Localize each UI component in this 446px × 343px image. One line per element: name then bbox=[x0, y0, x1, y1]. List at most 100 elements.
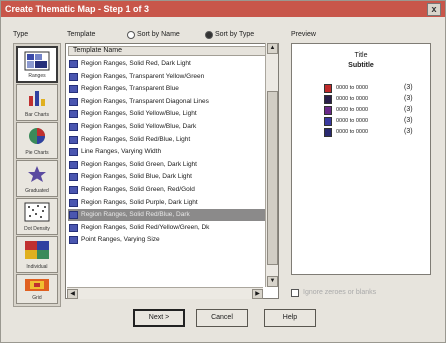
template-row[interactable]: Region Ranges, Solid Red/Blue, Dark bbox=[68, 209, 266, 222]
sort-by-type-label: Sort by Type bbox=[215, 31, 255, 38]
ignore-zero-checkbox[interactable] bbox=[291, 289, 299, 297]
legend-count: (3) bbox=[404, 84, 413, 91]
template-row-label: Region Ranges, Solid Green, Dark Light bbox=[81, 160, 197, 168]
scroll-right-icon[interactable]: ▶ bbox=[252, 289, 263, 299]
legend-count: (3) bbox=[404, 95, 413, 102]
template-row[interactable]: Point Ranges, Varying Size bbox=[68, 234, 266, 246]
template-row-label: Region Ranges, Solid Red, Dark Light bbox=[81, 60, 191, 67]
type-pie-chart-button[interactable]: Pie Charts bbox=[16, 122, 58, 159]
ranges-icon bbox=[69, 110, 78, 119]
type-grid-caption: Grid bbox=[32, 295, 42, 301]
template-row[interactable]: Region Ranges, Solid Yellow/Blue, Light bbox=[68, 108, 266, 120]
ranges-icon bbox=[69, 198, 78, 207]
ranges-icon bbox=[69, 173, 78, 182]
type-individual-caption: Individual bbox=[26, 264, 48, 270]
template-row[interactable]: Region Ranges, Solid Blue, Dark Light bbox=[68, 171, 266, 183]
ranges-icon bbox=[69, 160, 78, 169]
preview-label: Preview bbox=[291, 31, 316, 38]
template-row-label: Region Ranges, Solid Red/Blue, Light bbox=[81, 135, 191, 143]
pie-chart-icon bbox=[29, 128, 45, 144]
ranges-icon bbox=[24, 51, 50, 71]
ranges-icon bbox=[69, 148, 78, 157]
close-icon[interactable]: x bbox=[427, 3, 441, 16]
graduated-icon bbox=[28, 166, 46, 182]
preview-panel: Title Subtitle 0000 to 0000 (3) 0000 to 00… bbox=[291, 43, 431, 275]
type-bar-chart-caption: Bar Charts bbox=[25, 112, 49, 118]
ranges-icon bbox=[69, 135, 78, 144]
individual-icon bbox=[25, 241, 49, 259]
template-name-column-header[interactable]: Template Name bbox=[68, 46, 266, 56]
dot-density-icon bbox=[24, 202, 50, 222]
legend-label: 0000 to 0000 bbox=[336, 107, 369, 113]
template-row[interactable]: Region Ranges, Transparent Yellow/Green bbox=[68, 71, 266, 83]
sort-by-name-label: Sort by Name bbox=[137, 31, 180, 38]
template-row-label: Region Ranges, Transparent Blue bbox=[81, 85, 179, 93]
legend-swatch bbox=[324, 117, 332, 126]
type-graduated-button[interactable]: Graduated bbox=[16, 160, 58, 197]
type-bar-chart-button[interactable]: Bar Charts bbox=[16, 84, 58, 121]
scroll-left-icon[interactable]: ◀ bbox=[67, 289, 78, 299]
sort-by-name-radio[interactable] bbox=[127, 31, 135, 39]
template-row[interactable]: Region Ranges, Solid Yellow/Blue, Dark bbox=[68, 121, 266, 133]
ranges-icon bbox=[69, 223, 78, 232]
legend-label: 0000 to 0000 bbox=[336, 129, 369, 135]
type-ranges-button[interactable]: Ranges bbox=[16, 46, 58, 83]
template-row[interactable]: Region Ranges, Solid Purple, Dark Light bbox=[68, 197, 266, 209]
next-button[interactable]: Next > bbox=[133, 309, 185, 327]
type-dot-density-button[interactable]: Dot Density bbox=[16, 198, 58, 235]
template-label: Template bbox=[67, 31, 96, 38]
preview-title: Title bbox=[354, 52, 368, 59]
cancel-button[interactable]: Cancel bbox=[196, 309, 248, 327]
bar-chart-icon bbox=[29, 91, 45, 106]
title-bar: Create Thematic Map - Step 1 of 3 x bbox=[1, 1, 445, 17]
template-row[interactable]: Region Ranges, Solid Red/Yellow/Green, D… bbox=[68, 222, 266, 234]
template-row-label: Region Ranges, Solid Blue, Dark Light bbox=[81, 173, 192, 181]
grid-icon bbox=[25, 279, 49, 291]
type-selector: Ranges Bar Charts Pie Charts Graduated D… bbox=[13, 43, 61, 307]
type-pie-chart-caption: Pie Charts bbox=[25, 150, 49, 156]
ranges-icon bbox=[69, 123, 78, 131]
preview-subtitle: Subtitle bbox=[348, 62, 374, 69]
ranges-icon bbox=[69, 211, 78, 220]
legend-label: 0000 to 0000 bbox=[336, 96, 369, 102]
template-row-label: Region Ranges, Transparent Yellow/Green bbox=[81, 72, 205, 80]
type-grid-button[interactable]: Grid bbox=[16, 274, 58, 304]
type-individual-button[interactable]: Individual bbox=[16, 236, 58, 273]
template-row[interactable]: Region Ranges, Solid Red/Blue, Light bbox=[68, 134, 266, 146]
type-dot-density-caption: Dot Density bbox=[24, 226, 50, 232]
template-row[interactable]: Region Ranges, Solid Red, Dark Light bbox=[68, 58, 266, 70]
type-label: Type bbox=[13, 31, 29, 38]
ranges-icon bbox=[69, 186, 78, 194]
template-row-label: Region Ranges, Solid Green, Red/Gold bbox=[81, 186, 195, 193]
template-row-label: Region Ranges, Solid Red/Blue, Dark bbox=[81, 211, 190, 219]
template-list-vertical-scrollbar[interactable]: ▲ ▼ bbox=[265, 43, 278, 287]
ranges-icon bbox=[69, 60, 78, 68]
scroll-thumb[interactable] bbox=[267, 91, 278, 265]
legend-swatch bbox=[324, 128, 332, 137]
ranges-icon bbox=[69, 97, 78, 106]
template-row-label: Region Ranges, Solid Red/Yellow/Green, D… bbox=[81, 223, 210, 231]
template-list-horizontal-scrollbar[interactable]: ◀ ▶ bbox=[67, 287, 263, 299]
template-list[interactable]: Template Name Region Ranges, Solid Red, … bbox=[65, 43, 279, 299]
template-row-label: Region Ranges, Solid Yellow/Blue, Light bbox=[81, 110, 197, 118]
legend-count: (3) bbox=[404, 106, 413, 113]
template-row[interactable]: Region Ranges, Solid Green, Dark Light bbox=[68, 159, 266, 171]
template-row[interactable]: Region Ranges, Solid Green, Red/Gold bbox=[68, 184, 266, 196]
template-row-label: Region Ranges, Solid Purple, Dark Light bbox=[81, 198, 198, 206]
create-thematic-map-dialog: Create Thematic Map - Step 1 of 3 x Type… bbox=[0, 0, 446, 343]
scroll-up-icon[interactable]: ▲ bbox=[267, 43, 278, 54]
template-row[interactable]: Region Ranges, Transparent Blue bbox=[68, 83, 266, 95]
legend-count: (3) bbox=[404, 117, 413, 124]
legend-swatch bbox=[324, 106, 332, 115]
legend-label: 0000 to 0000 bbox=[336, 85, 369, 91]
sort-by-type-radio[interactable] bbox=[205, 31, 213, 39]
template-row[interactable]: Region Ranges, Transparent Diagonal Line… bbox=[68, 96, 266, 108]
help-button[interactable]: Help bbox=[264, 309, 316, 327]
template-row[interactable]: Line Ranges, Varying Width bbox=[68, 146, 266, 158]
legend-label: 0000 to 0000 bbox=[336, 118, 369, 124]
legend-count: (3) bbox=[404, 128, 413, 135]
window-title: Create Thematic Map - Step 1 of 3 bbox=[5, 4, 150, 14]
template-row-label: Line Ranges, Varying Width bbox=[81, 148, 162, 156]
template-row-label: Point Ranges, Varying Size bbox=[81, 236, 160, 244]
scroll-down-icon[interactable]: ▼ bbox=[267, 276, 278, 287]
